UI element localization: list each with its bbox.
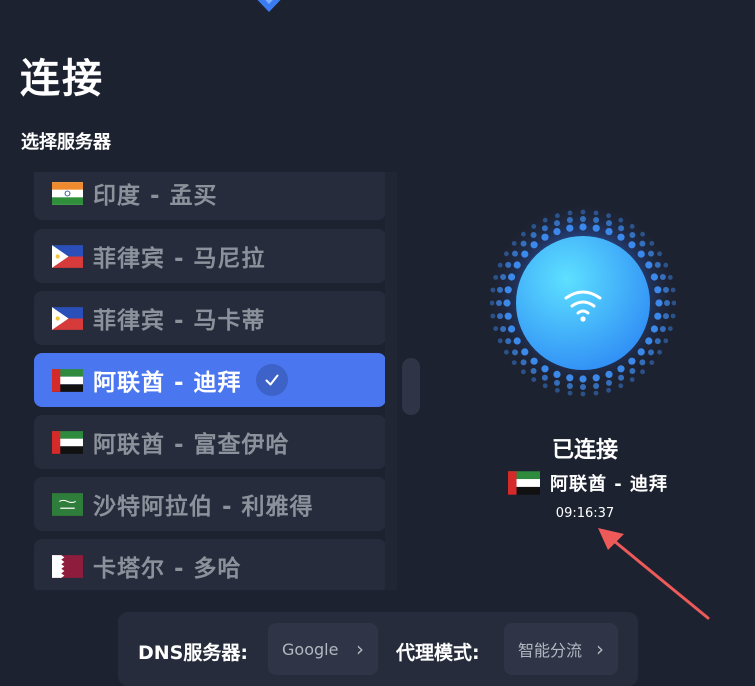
- connection-timer: 09:16:37: [555, 506, 615, 521]
- proxy-mode-label: 代理模式:: [396, 642, 480, 664]
- list-edge: [385, 172, 397, 590]
- settings-bar: DNS服务器: Google › 代理模式: 智能分流 ›: [118, 612, 638, 686]
- uae-flag-icon: [52, 430, 83, 454]
- chevron-right-icon: ›: [356, 637, 364, 661]
- server-item-doha[interactable]: 卡塔尔 - 多哈: [34, 539, 386, 590]
- connect-button[interactable]: [490, 186, 676, 406]
- server-label: 印度 - 孟买: [93, 183, 218, 209]
- server-item-makati[interactable]: 菲律宾 - 马卡蒂: [34, 291, 386, 345]
- section-title: 选择服务器: [21, 132, 111, 153]
- server-item-riyadh[interactable]: 沙特阿拉伯 - 利雅得: [34, 477, 386, 531]
- server-item-manila[interactable]: 菲律宾 - 马尼拉: [34, 229, 386, 283]
- server-label: 阿联酋 - 迪拜: [93, 370, 242, 396]
- connected-server-label: 阿联酋 - 迪拜: [550, 474, 669, 495]
- proxy-mode-value: 智能分流: [518, 641, 583, 660]
- server-label: 卡塔尔 - 多哈: [93, 556, 242, 582]
- dns-label: DNS服务器:: [138, 642, 248, 664]
- selected-check-icon: [256, 364, 288, 396]
- server-item-mumbai[interactable]: 印度 - 孟买: [34, 172, 386, 220]
- connection-status: 已连接: [551, 438, 618, 463]
- philippines-flag-icon: [52, 306, 83, 330]
- server-label: 菲律宾 - 马尼拉: [93, 246, 266, 272]
- server-label: 阿联酋 - 富查伊哈: [93, 432, 290, 458]
- server-label: 菲律宾 - 马卡蒂: [93, 308, 266, 334]
- uae-flag-icon: [508, 471, 540, 495]
- dns-value: Google: [282, 639, 339, 659]
- proxy-mode-selector[interactable]: 智能分流 ›: [504, 623, 618, 675]
- annotation-arrow: [598, 528, 710, 620]
- server-label: 沙特阿拉伯 - 利雅得: [93, 494, 314, 520]
- server-item-fujairah[interactable]: 阿联酋 - 富查伊哈: [34, 415, 386, 469]
- server-item-dubai[interactable]: 阿联酋 - 迪拜: [34, 353, 386, 407]
- qatar-flag-icon: [52, 554, 83, 578]
- app-logo: [257, 0, 281, 12]
- dns-selector[interactable]: Google ›: [268, 623, 378, 675]
- connected-server: 阿联酋 - 迪拜: [508, 470, 668, 496]
- india-flag-icon: [52, 181, 83, 205]
- saudi-arabia-flag-icon: [52, 492, 83, 516]
- chevron-right-icon: ›: [596, 637, 604, 661]
- server-list-scrollbar[interactable]: [402, 358, 420, 415]
- uae-flag-icon: [52, 368, 83, 392]
- philippines-flag-icon: [52, 244, 83, 268]
- page-title: 连接: [20, 56, 104, 102]
- server-list: 印度 - 孟买 菲律宾 - 马尼拉 菲律宾 - 马卡蒂 阿联酋 - 迪拜 阿联酋…: [34, 172, 386, 590]
